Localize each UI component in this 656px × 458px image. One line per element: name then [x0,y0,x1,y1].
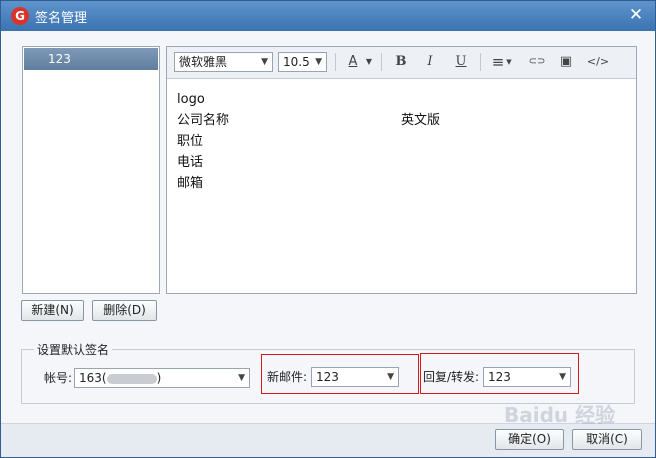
font-size-select[interactable]: 10.5 ▼ [278,52,327,72]
reply-label: 回复/转发: [423,370,480,384]
new-mail-label: 新邮件: [267,370,308,384]
font-family-value: 微软雅黑 [179,55,228,69]
reply-value: 123 [488,370,511,384]
editor-toolbar: 微软雅黑 ▼ 10.5 ▼ A ▼ B I U ≡ ▼ ⊂⊃ ▣ </> [167,47,636,79]
toolbar-separator [335,53,336,71]
title-bar[interactable]: G 签名管理 ✕ [1,1,655,31]
bold-button[interactable]: B [391,53,411,71]
image-icon[interactable]: ▣ [556,53,576,71]
reply-select[interactable]: 123 ▼ [483,367,571,387]
font-size-value: 10.5 [283,55,310,69]
signature-list[interactable]: 123 [22,46,160,294]
source-code-icon[interactable]: </> [585,53,611,71]
signature-editor[interactable]: 微软雅黑 ▼ 10.5 ▼ A ▼ B I U ≡ ▼ ⊂⊃ ▣ </> log… [166,46,637,294]
account-value: 163( [79,371,107,385]
chevron-down-icon: ▼ [315,57,322,67]
toolbar-separator [381,53,382,71]
watermark: Baidu 经验 [504,403,616,427]
toolbar-separator [480,53,481,71]
chevron-down-icon[interactable]: ▼ [504,53,514,71]
signature-list-item[interactable]: 123 [24,48,158,70]
cancel-button[interactable]: 取消(C) [572,429,642,450]
underline-button[interactable]: U [451,53,471,71]
content-line: 公司名称 英文版 [177,110,627,131]
content-line: 职位 [177,131,627,152]
content-line-text: 公司名称 [177,113,230,128]
account-select[interactable]: 163() ▼ [74,368,250,388]
ok-button[interactable]: 确定(O) [495,429,564,450]
content-line-text: 邮箱 [177,176,204,191]
chevron-down-icon: ▼ [238,373,245,383]
chevron-down-icon[interactable]: ▼ [363,53,375,71]
content-line: 电话 [177,152,627,173]
redacted-region [106,373,157,384]
account-label: 帐号: [44,371,73,385]
app-logo-icon: G [11,7,29,25]
chevron-down-icon: ▼ [387,372,394,382]
content-line-right-text: 英文版 [401,113,441,128]
editor-content[interactable]: logo 公司名称 英文版 职位 电话 邮箱 [177,89,627,194]
italic-button[interactable]: I [420,53,440,71]
group-title: 设置默认签名 [34,341,113,358]
content-line-text: 职位 [177,134,204,149]
content-line: 邮箱 [177,173,627,194]
content-line: logo [177,89,627,110]
close-button[interactable]: ✕ [627,5,645,25]
new-mail-value: 123 [316,370,339,384]
font-color-button[interactable]: A [343,53,363,71]
signature-dialog: G 签名管理 ✕ 123 微软雅黑 ▼ 10.5 ▼ A ▼ B I U ≡ ▼ [0,0,656,458]
link-icon[interactable]: ⊂⊃ [526,53,548,71]
new-signature-button[interactable]: 新建(N) [21,300,84,321]
chevron-down-icon: ▼ [261,57,268,67]
new-mail-select[interactable]: 123 ▼ [311,367,399,387]
window-title: 签名管理 [35,11,88,26]
font-family-select[interactable]: 微软雅黑 ▼ [174,52,273,72]
content-line-text: 电话 [177,155,204,170]
account-value-suffix: ) [156,371,162,385]
chevron-down-icon: ▼ [559,372,566,382]
content-line-text: logo [177,92,205,107]
delete-signature-button[interactable]: 删除(D) [92,300,157,321]
